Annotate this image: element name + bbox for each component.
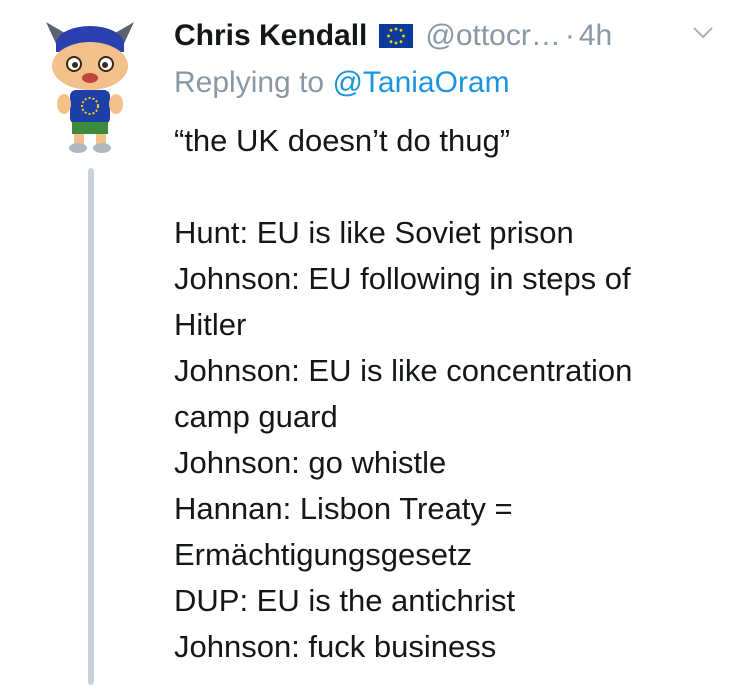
tweet-line: Ermächtigungsgesetz [174, 537, 473, 572]
timestamp[interactable]: 4h [579, 19, 612, 53]
user-handle[interactable]: @ottocr… [425, 19, 560, 53]
tweet-line: Hunt: EU is like Soviet prison [174, 215, 574, 250]
reply-to-link[interactable]: @TaniaOram [332, 66, 509, 99]
tweet-header: Chris Kendall @ottocr… · 4h [174, 16, 612, 56]
separator-dot: · [564, 19, 575, 52]
tweet-line: Hitler [174, 307, 247, 342]
avatar[interactable] [40, 14, 140, 156]
thread-line [88, 168, 94, 685]
eu-flag-icon [379, 24, 414, 48]
reply-prefix: Replying to [174, 66, 325, 99]
tweet-text: “the UK doesn’t do thug” Hunt: EU is lik… [174, 118, 734, 670]
display-name[interactable]: Chris Kendall [174, 19, 367, 53]
tweet-line: Hannan: Lisbon Treaty = [174, 491, 513, 526]
reply-context: Replying to @TaniaOram [174, 66, 510, 100]
tweet-line: DUP: EU is the antichrist [174, 583, 516, 618]
chevron-down-icon[interactable] [692, 26, 714, 40]
tweet-line: camp guard [174, 399, 338, 434]
tweet-line: Johnson: EU is like concentration [174, 353, 633, 388]
tweet-line: Johnson: EU following in steps of [174, 261, 631, 296]
tweet-line: Johnson: fuck business [174, 629, 497, 664]
tweet-line: Johnson: go whistle [174, 445, 447, 480]
tweet[interactable]: Chris Kendall @ottocr… · 4h Replying to … [0, 0, 750, 685]
tweet-line: “the UK doesn’t do thug” [174, 123, 511, 158]
